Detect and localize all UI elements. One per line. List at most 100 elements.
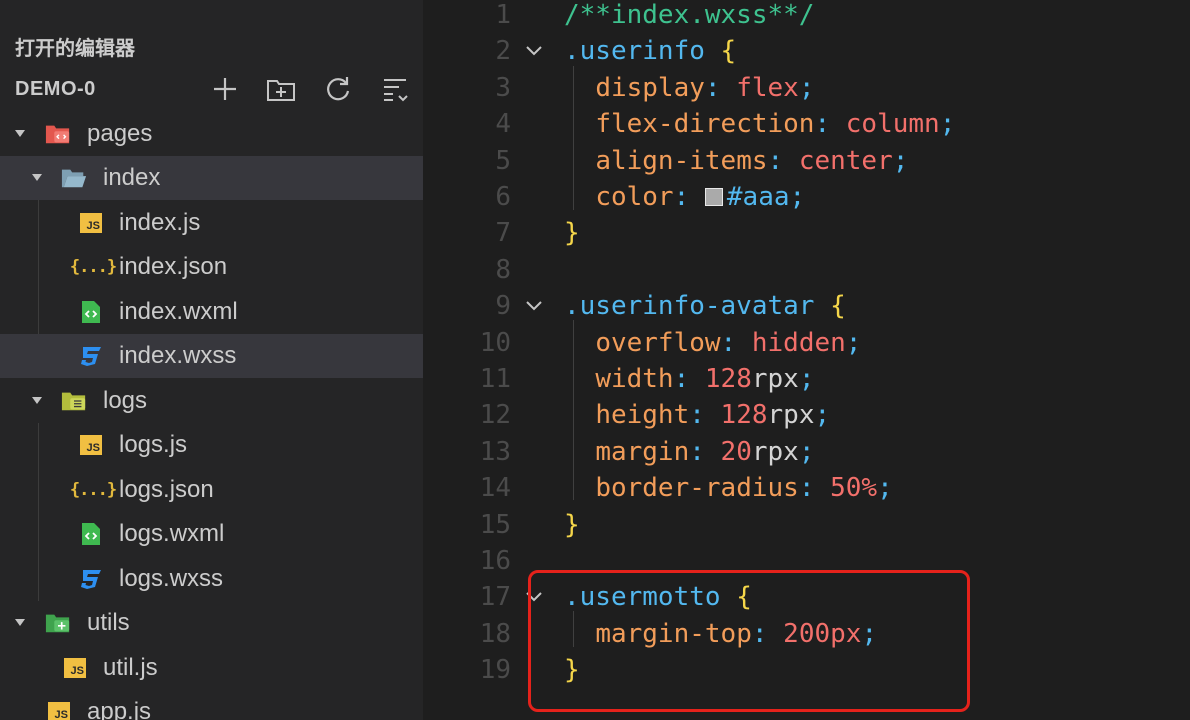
fold-chevron-icon[interactable] <box>525 44 543 58</box>
tree-label: utils <box>87 609 130 636</box>
line-number: 17 <box>479 582 511 613</box>
tree-file-index-wxml[interactable]: index.wxml <box>0 290 423 334</box>
token-semi: : <box>689 400 721 431</box>
token-semi: ; <box>892 145 909 176</box>
tree-label: app.js <box>87 698 152 720</box>
tree-file-logs-json[interactable]: {...} logs.json <box>0 468 423 512</box>
tree-label: pages <box>87 120 153 147</box>
token-semi: ; <box>798 364 815 394</box>
tree-file-app-js[interactable]: JS app.js <box>0 690 423 720</box>
code-line[interactable]: 8 <box>423 252 1190 288</box>
code-text: overflow: hidden; <box>564 325 861 361</box>
new-file-icon[interactable] <box>210 75 240 103</box>
token-unit: rpx <box>751 436 799 467</box>
code-line[interactable]: 5 align-items: center; <box>423 143 1190 179</box>
line-number: 18 <box>479 618 511 649</box>
code-text: color: #aaa; <box>564 179 805 215</box>
token-num: 128 <box>704 364 752 394</box>
tree-file-util-js[interactable]: JS util.js <box>0 646 423 690</box>
tree-file-index-wxss[interactable]: index.wxss <box>0 334 423 378</box>
tree-file-logs-wxss[interactable]: logs.wxss <box>0 557 423 601</box>
code-line[interactable]: 10 overflow: hidden; <box>423 325 1190 361</box>
token-semi: : <box>798 473 831 504</box>
chevron-down-icon <box>32 174 42 181</box>
token-prop: flex-direction <box>595 109 815 140</box>
refresh-icon[interactable] <box>323 75 353 103</box>
new-folder-icon[interactable] <box>266 75 296 103</box>
tree-label: logs.json <box>119 476 214 503</box>
tree-folder-pages[interactable]: pages <box>0 112 423 156</box>
token-semi: ; <box>845 327 862 358</box>
open-editors-title[interactable]: 打开的编辑器 <box>15 32 135 61</box>
code-line[interactable]: 9 .userinfo-avatar { <box>423 288 1190 324</box>
code-text: border-radius: 50%; <box>564 470 892 506</box>
tree-label: logs.wxml <box>119 520 225 547</box>
code-line[interactable]: 3 display: flex; <box>423 70 1190 106</box>
code-line[interactable]: 13 margin: 20rpx; <box>423 434 1190 470</box>
line-number: 5 <box>495 145 511 176</box>
code-line[interactable]: 2 .userinfo { <box>423 33 1190 69</box>
token-val: column <box>845 109 940 140</box>
token-prop: border-radius <box>595 473 799 504</box>
code-text: width: 128rpx; <box>564 361 815 397</box>
line-number: 13 <box>479 436 511 467</box>
code-text: } <box>564 215 580 251</box>
js-file-icon: JS <box>78 211 104 235</box>
js-file-icon: JS <box>62 656 88 680</box>
token-prop: align-items <box>595 145 768 176</box>
tree-folder-index[interactable]: index <box>0 156 423 200</box>
code-line[interactable]: 1 /**index.wxss**/ <box>423 0 1190 33</box>
line-number: 4 <box>495 109 511 140</box>
code-line[interactable]: 12 height: 128rpx; <box>423 397 1190 433</box>
code-text: /**index.wxss**/ <box>564 0 814 33</box>
project-header[interactable]: DEMO-0 <box>0 70 423 108</box>
line-number: 12 <box>479 400 511 431</box>
token-val: hidden <box>751 327 846 358</box>
code-line[interactable]: 15} <box>423 507 1190 543</box>
wxss-file-icon <box>78 567 104 591</box>
json-file-icon: {...} <box>69 480 117 500</box>
token-semi: : <box>704 72 737 103</box>
token-semi: ; <box>789 182 806 212</box>
tree-file-index-js[interactable]: JS index.js <box>0 201 423 245</box>
code-text: margin: 20rpx; <box>564 434 814 470</box>
line-number: 3 <box>495 72 511 103</box>
line-number: 1 <box>495 0 511 30</box>
folder-logs-icon <box>61 389 87 413</box>
code-line[interactable]: 6 color: #aaa; <box>423 179 1190 215</box>
annotation-highlight-box <box>528 570 970 712</box>
token-semi: : <box>689 436 721 467</box>
token-semi: : <box>673 364 705 394</box>
line-number: 8 <box>495 254 511 285</box>
tree-file-logs-wxml[interactable]: logs.wxml <box>0 512 423 556</box>
token-brace: { <box>830 291 846 322</box>
tree-file-logs-js[interactable]: JS logs.js <box>0 423 423 467</box>
line-number: 6 <box>495 182 511 212</box>
token-prop: width <box>595 364 674 394</box>
tree-file-index-json[interactable]: {...} index.json <box>0 245 423 289</box>
code-line[interactable]: 11 width: 128rpx; <box>423 361 1190 397</box>
line-number: 15 <box>479 509 511 540</box>
collapse-all-icon[interactable] <box>380 75 410 103</box>
wxml-file-icon <box>78 300 104 324</box>
js-file-icon: JS <box>46 700 72 720</box>
tree-folder-utils[interactable]: utils <box>0 601 423 645</box>
tree-folder-logs[interactable]: logs <box>0 379 423 423</box>
color-swatch[interactable] <box>704 188 723 206</box>
fold-chevron-icon[interactable] <box>525 299 543 313</box>
code-line[interactable]: 4 flex-direction: column; <box>423 106 1190 142</box>
token-semi: : <box>767 145 799 176</box>
code-line[interactable]: 7} <box>423 215 1190 251</box>
token-prop: color <box>595 182 674 212</box>
token-unit: rpx <box>767 400 815 431</box>
project-name[interactable]: DEMO-0 <box>15 78 96 101</box>
code-line[interactable]: 14 border-radius: 50%; <box>423 470 1190 506</box>
token-num: 128 <box>720 400 768 431</box>
